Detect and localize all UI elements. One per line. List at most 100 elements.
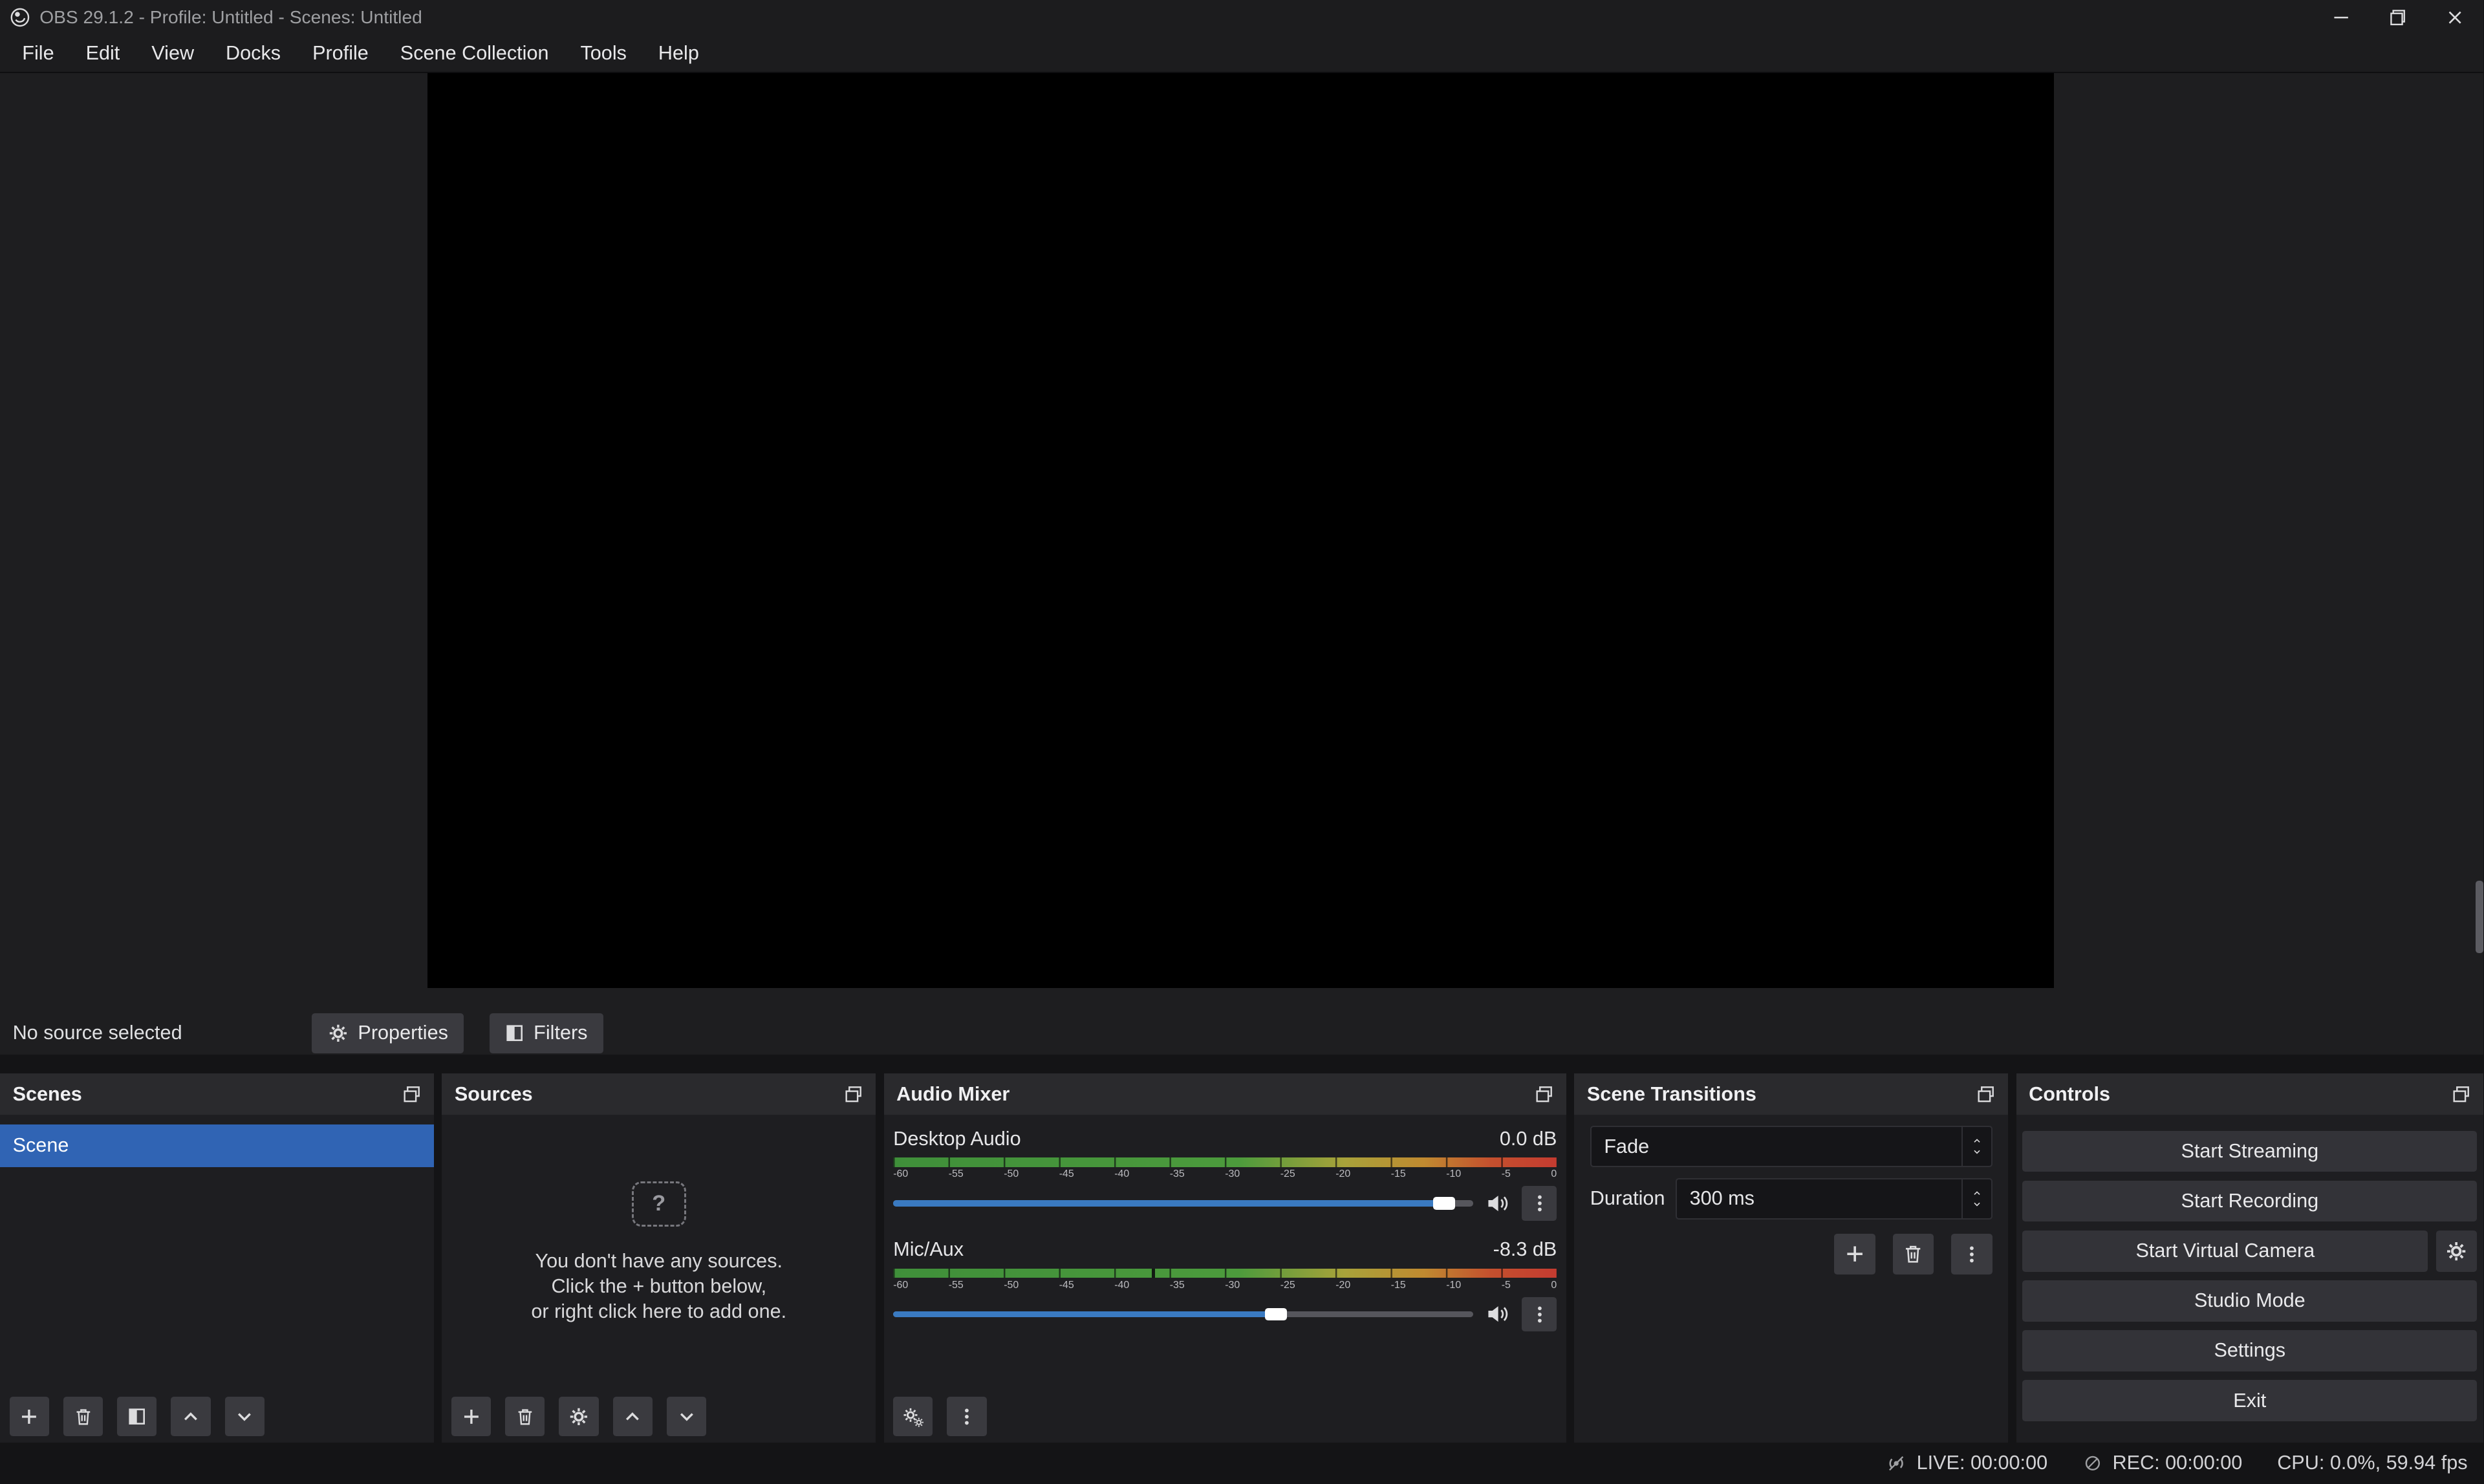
menu-file[interactable]: File <box>6 35 70 71</box>
move-source-down-button[interactable] <box>667 1397 706 1436</box>
transition-selected-value: Fade <box>1604 1135 1649 1158</box>
audio-mixer-panel-header[interactable]: Audio Mixer <box>884 1073 1567 1115</box>
scene-transitions-panel-title: Scene Transitions <box>1587 1083 1756 1106</box>
properties-button[interactable]: Properties <box>312 1013 464 1053</box>
window-controls <box>2313 0 2483 35</box>
maximize-icon <box>2387 6 2409 28</box>
scene-transitions-panel-header[interactable]: Scene Transitions <box>1574 1073 2008 1115</box>
add-source-button[interactable] <box>451 1397 491 1436</box>
remove-source-button[interactable] <box>505 1397 545 1436</box>
scene-filters-icon <box>127 1407 146 1426</box>
speaker-icon[interactable] <box>1485 1303 1509 1325</box>
transition-select[interactable]: Fade <box>1590 1126 1993 1167</box>
popout-icon[interactable] <box>402 1085 421 1104</box>
sources-toolbar <box>451 1397 867 1436</box>
start-streaming-button[interactable]: Start Streaming <box>2022 1131 2477 1172</box>
window-title: OBS 29.1.2 - Profile: Untitled - Scenes:… <box>39 7 422 28</box>
popout-icon[interactable] <box>2452 1085 2470 1104</box>
menu-tools[interactable]: Tools <box>565 35 642 71</box>
sources-empty-state: ? You don't have any sources. Click the … <box>442 1115 876 1324</box>
scenes-list: Scene <box>0 1115 434 1443</box>
meter-scale: -60-55-50-45-40-35-30-25-20-15-10-50 <box>893 1168 1557 1181</box>
menu-profile[interactable]: Profile <box>297 35 385 71</box>
sources-empty-line-3: or right click here to add one. <box>531 1299 786 1324</box>
channel-name: Mic/Aux <box>893 1238 964 1264</box>
advanced-audio-icon <box>901 1406 925 1428</box>
controls-panel: Controls Start Streaming Start Recording… <box>2016 1073 2483 1443</box>
start-virtual-camera-button[interactable]: Start Virtual Camera <box>2022 1231 2428 1272</box>
menu-view[interactable]: View <box>136 35 210 71</box>
virtual-camera-settings-button[interactable] <box>2436 1231 2478 1272</box>
meter-scale: -60-55-50-45-40-35-30-25-20-15-10-50 <box>893 1280 1557 1293</box>
source-context-toolbar: No source selected Properties Filters <box>0 1012 2483 1055</box>
sources-panel: Sources ? You don't have any sources. Cl… <box>442 1073 876 1443</box>
transition-options-button[interactable] <box>1951 1234 1993 1275</box>
live-icon <box>1885 1452 1907 1474</box>
add-transition-button[interactable] <box>1834 1234 1875 1275</box>
audio-mixer-panel-title: Audio Mixer <box>896 1083 1010 1106</box>
volume-meter <box>893 1269 1557 1278</box>
controls-panel-header[interactable]: Controls <box>2016 1073 2483 1115</box>
maximize-button[interactable] <box>2370 0 2426 35</box>
audio-mixer-body: Desktop Audio 0.0 dB -60-55-50-45-40-35-… <box>884 1115 1567 1443</box>
add-scene-button[interactable] <box>10 1397 49 1436</box>
scene-list-item[interactable]: Scene <box>0 1124 434 1167</box>
mixer-options-button[interactable] <box>947 1397 986 1436</box>
exit-button[interactable]: Exit <box>2022 1380 2477 1421</box>
studio-mode-button[interactable]: Studio Mode <box>2022 1280 2477 1322</box>
mixer-channel-mic-aux: Mic/Aux -8.3 dB -60-55-50-45-40-35-30-25… <box>893 1238 1557 1331</box>
sources-list[interactable]: ? You don't have any sources. Click the … <box>442 1115 876 1443</box>
channel-level-db: 0.0 dB <box>1500 1128 1557 1153</box>
move-source-up-button[interactable] <box>613 1397 653 1436</box>
controls-panel-title: Controls <box>2029 1083 2110 1106</box>
scene-filters-button[interactable] <box>117 1397 157 1436</box>
rec-icon <box>2082 1453 2103 1474</box>
advanced-audio-button[interactable] <box>893 1397 933 1436</box>
menu-edit[interactable]: Edit <box>70 35 136 71</box>
popout-icon[interactable] <box>1535 1085 1553 1104</box>
menu-help[interactable]: Help <box>642 35 715 71</box>
window-titlebar[interactable]: OBS 29.1.2 - Profile: Untitled - Scenes:… <box>0 0 2483 35</box>
volume-meter <box>893 1157 1557 1167</box>
duration-spinbox[interactable]: 300 ms <box>1676 1178 1993 1220</box>
popout-icon[interactable] <box>844 1085 863 1104</box>
settings-button[interactable]: Settings <box>2022 1330 2477 1371</box>
remove-scene-button[interactable] <box>63 1397 103 1436</box>
menu-docks[interactable]: Docks <box>210 35 297 71</box>
channel-options-button[interactable] <box>1522 1186 1557 1221</box>
slider-handle[interactable] <box>1265 1308 1287 1321</box>
move-scene-up-button[interactable] <box>171 1397 210 1436</box>
plus-icon <box>19 1406 39 1427</box>
rec-time: REC: 00:00:00 <box>2113 1452 2243 1474</box>
filters-button[interactable]: Filters <box>490 1013 603 1053</box>
spin-arrows-icon[interactable] <box>1961 1179 1991 1218</box>
trash-icon <box>1902 1243 1924 1265</box>
source-properties-button[interactable] <box>559 1397 598 1436</box>
minimize-button[interactable] <box>2313 0 2370 35</box>
channel-options-button[interactable] <box>1522 1297 1557 1332</box>
close-button[interactable] <box>2426 0 2483 35</box>
volume-slider[interactable] <box>893 1297 1473 1332</box>
popout-icon[interactable] <box>1976 1085 1995 1104</box>
volume-slider[interactable] <box>893 1186 1473 1221</box>
combo-arrows-icon[interactable] <box>1961 1127 1991 1166</box>
scenes-panel-title: Scenes <box>13 1083 82 1106</box>
chevron-down-icon <box>676 1406 697 1427</box>
start-recording-button[interactable]: Start Recording <box>2022 1181 2477 1222</box>
speaker-icon[interactable] <box>1485 1192 1509 1214</box>
chevron-up-icon <box>622 1406 643 1427</box>
sources-panel-header[interactable]: Sources <box>442 1073 876 1115</box>
scenes-panel-header[interactable]: Scenes <box>0 1073 434 1115</box>
preview-canvas[interactable] <box>427 73 2054 989</box>
peak-marker <box>1152 1269 1155 1278</box>
dock-resize-handle[interactable] <box>2476 881 2483 954</box>
move-scene-down-button[interactable] <box>225 1397 265 1436</box>
menu-bar: File Edit View Docks Profile Scene Colle… <box>0 35 2483 73</box>
menu-scene-collection[interactable]: Scene Collection <box>384 35 565 71</box>
audio-mixer-panel: Audio Mixer Desktop Audio 0.0 dB -60-55-… <box>884 1073 1567 1443</box>
slider-handle[interactable] <box>1433 1197 1455 1210</box>
remove-transition-button[interactable] <box>1893 1234 1934 1275</box>
sources-empty-line-1: You don't have any sources. <box>531 1249 786 1274</box>
duration-label: Duration <box>1590 1187 1663 1210</box>
rec-status: REC: 00:00:00 <box>2082 1452 2242 1474</box>
